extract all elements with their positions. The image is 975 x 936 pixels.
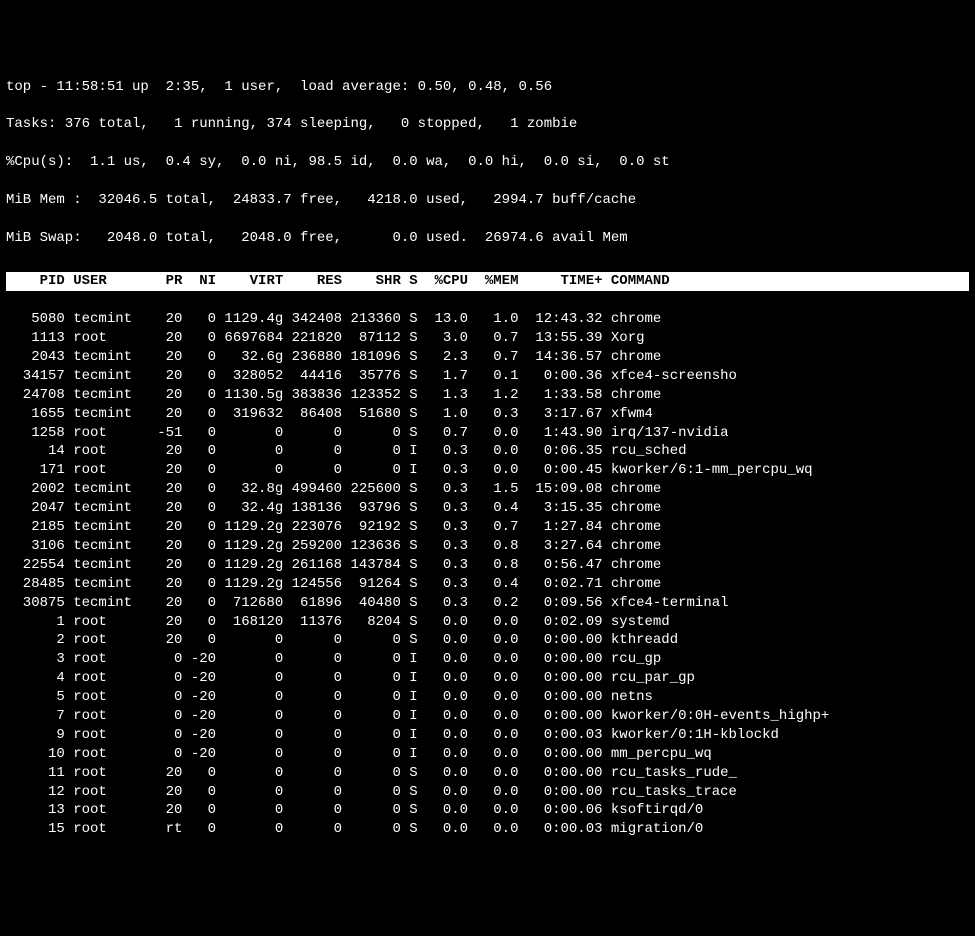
process-row[interactable]: 1 root 20 0 168120 11376 8204 S 0.0 0.0 …	[6, 613, 969, 632]
process-row[interactable]: 12 root 20 0 0 0 0 S 0.0 0.0 0:00.00 rcu…	[6, 783, 969, 802]
process-row[interactable]: 2002 tecmint 20 0 32.8g 499460 225600 S …	[6, 480, 969, 499]
process-row[interactable]: 171 root 20 0 0 0 0 I 0.3 0.0 0:00.45 kw…	[6, 461, 969, 480]
process-row[interactable]: 9 root 0 -20 0 0 0 I 0.0 0.0 0:00.03 kwo…	[6, 726, 969, 745]
process-row[interactable]: 5080 tecmint 20 0 1129.4g 342408 213360 …	[6, 310, 969, 329]
process-row[interactable]: 10 root 0 -20 0 0 0 I 0.0 0.0 0:00.00 mm…	[6, 745, 969, 764]
process-row[interactable]: 14 root 20 0 0 0 0 I 0.3 0.0 0:06.35 rcu…	[6, 442, 969, 461]
process-row[interactable]: 2043 tecmint 20 0 32.6g 236880 181096 S …	[6, 348, 969, 367]
process-row[interactable]: 11 root 20 0 0 0 0 S 0.0 0.0 0:00.00 rcu…	[6, 764, 969, 783]
summary-line-2: Tasks: 376 total, 1 running, 374 sleepin…	[6, 115, 969, 134]
process-row[interactable]: 22554 tecmint 20 0 1129.2g 261168 143784…	[6, 556, 969, 575]
process-row[interactable]: 2047 tecmint 20 0 32.4g 138136 93796 S 0…	[6, 499, 969, 518]
process-row[interactable]: 28485 tecmint 20 0 1129.2g 124556 91264 …	[6, 575, 969, 594]
process-row[interactable]: 1655 tecmint 20 0 319632 86408 51680 S 1…	[6, 405, 969, 424]
summary-line-5: MiB Swap: 2048.0 total, 2048.0 free, 0.0…	[6, 229, 969, 248]
process-row[interactable]: 30875 tecmint 20 0 712680 61896 40480 S …	[6, 594, 969, 613]
process-row[interactable]: 1258 root -51 0 0 0 0 S 0.7 0.0 1:43.90 …	[6, 424, 969, 443]
summary-line-3: %Cpu(s): 1.1 us, 0.4 sy, 0.0 ni, 98.5 id…	[6, 153, 969, 172]
process-row[interactable]: 13 root 20 0 0 0 0 S 0.0 0.0 0:00.06 kso…	[6, 801, 969, 820]
summary-line-1: top - 11:58:51 up 2:35, 1 user, load ave…	[6, 78, 969, 97]
process-row[interactable]: 3 root 0 -20 0 0 0 I 0.0 0.0 0:00.00 rcu…	[6, 650, 969, 669]
process-row[interactable]: 34157 tecmint 20 0 328052 44416 35776 S …	[6, 367, 969, 386]
process-row[interactable]: 1113 root 20 0 6697684 221820 87112 S 3.…	[6, 329, 969, 348]
process-row[interactable]: 5 root 0 -20 0 0 0 I 0.0 0.0 0:00.00 net…	[6, 688, 969, 707]
process-row[interactable]: 24708 tecmint 20 0 1130.5g 383836 123352…	[6, 386, 969, 405]
process-row[interactable]: 15 root rt 0 0 0 0 S 0.0 0.0 0:00.03 mig…	[6, 820, 969, 839]
process-row[interactable]: 2 root 20 0 0 0 0 S 0.0 0.0 0:00.00 kthr…	[6, 631, 969, 650]
summary-line-4: MiB Mem : 32046.5 total, 24833.7 free, 4…	[6, 191, 969, 210]
process-row[interactable]: 4 root 0 -20 0 0 0 I 0.0 0.0 0:00.00 rcu…	[6, 669, 969, 688]
process-row[interactable]: 2185 tecmint 20 0 1129.2g 223076 92192 S…	[6, 518, 969, 537]
column-header-row: PID USER PR NI VIRT RES SHR S %CPU %MEM …	[6, 272, 969, 291]
process-row[interactable]: 3106 tecmint 20 0 1129.2g 259200 123636 …	[6, 537, 969, 556]
process-row[interactable]: 7 root 0 -20 0 0 0 I 0.0 0.0 0:00.00 kwo…	[6, 707, 969, 726]
